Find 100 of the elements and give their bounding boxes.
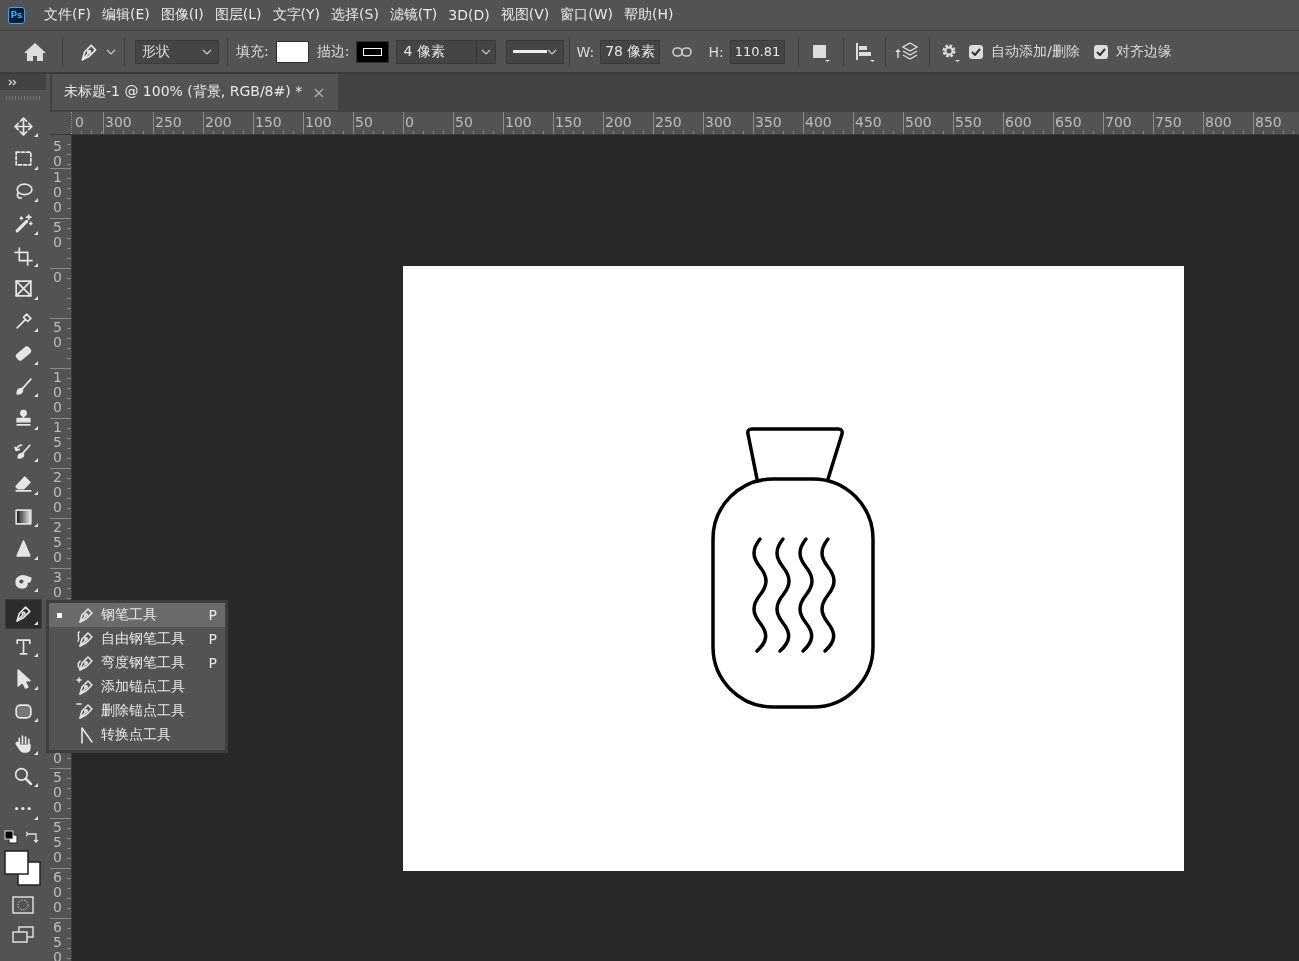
hand-icon: [12, 733, 34, 754]
default-colors-icon[interactable]: [4, 830, 18, 844]
ruler-label: 100: [53, 170, 62, 215]
menu-item[interactable]: 3D(D): [443, 7, 495, 23]
checkbox-label: 自动添加/删除: [991, 42, 1080, 61]
flyout-menu-item[interactable]: 删除锚点工具: [49, 699, 225, 723]
chevron-down-icon: [547, 48, 558, 55]
flyout-menu-item[interactable]: 转换点工具: [49, 723, 225, 747]
flyout-menu-item[interactable]: 自由钢笔工具 P: [49, 627, 225, 651]
color-swatches-icon[interactable]: [4, 850, 42, 888]
ruler-label: 550: [53, 820, 62, 865]
stroke-width-field[interactable]: 4 像素: [396, 39, 497, 64]
width-label: W:: [576, 43, 595, 60]
ruler-label: 600: [53, 870, 62, 915]
quick-mask-icon[interactable]: [12, 896, 34, 914]
ruler-label: 0: [53, 751, 62, 766]
link-icon[interactable]: [672, 45, 693, 58]
stroke-label: 描边:: [316, 42, 350, 61]
flyout-menu-item[interactable]: 弯度钢笔工具 P: [49, 651, 225, 675]
checkbox[interactable]: [1093, 44, 1108, 59]
zoom-icon: [12, 765, 34, 787]
menu-item[interactable]: 窗口(W): [555, 6, 619, 24]
fill-swatch[interactable]: [275, 40, 309, 63]
dashed-rectangle-icon: [12, 148, 34, 169]
ruler-label: 50: [455, 114, 473, 130]
ruler-label: 200: [605, 114, 632, 130]
menu-item[interactable]: 图像(I): [155, 6, 209, 24]
add-anchor-icon: [76, 677, 96, 697]
menu-item[interactable]: 文字(Y): [267, 6, 326, 24]
ruler-label: 0: [53, 270, 62, 285]
ruler-label: 100: [305, 114, 332, 130]
curvature-pen-icon: [76, 653, 96, 673]
menu-item[interactable]: 帮助(H): [619, 6, 679, 24]
document-tab[interactable]: 未标题-1 @ 100% (背景, RGB/8#) * ×: [52, 74, 338, 110]
mode-dropdown[interactable]: 形状: [135, 39, 219, 64]
ruler-label: 50: [53, 320, 62, 350]
ruler-label: 850: [1255, 114, 1282, 130]
ruler-label: 650: [1055, 114, 1082, 130]
check-icon: [971, 47, 982, 56]
eraser-icon: [12, 473, 34, 494]
more-icon: [15, 806, 31, 811]
flyout-menu-item[interactable]: 添加锚点工具: [49, 675, 225, 699]
ruler-label: 700: [1105, 114, 1132, 130]
selection-marker: [57, 612, 62, 618]
frame-icon: [12, 278, 34, 299]
ruler-label: 350: [755, 114, 782, 130]
chevron-down-icon: [481, 48, 492, 55]
ruler-label: 800: [1205, 114, 1232, 130]
ruler-label: 0: [405, 114, 414, 130]
menu-item[interactable]: 选择(S): [326, 6, 384, 24]
ruler-label: 30: [53, 570, 62, 600]
ruler-label: 500: [53, 770, 62, 815]
stroke-swatch[interactable]: [356, 40, 390, 63]
menu-item[interactable]: 编辑(E): [97, 6, 155, 24]
move-arrows-icon: [12, 115, 34, 137]
crop-icon: [12, 245, 34, 267]
ruler-label: 450: [855, 114, 882, 130]
screen-mode-icon[interactable]: [12, 926, 34, 944]
home-icon: [22, 40, 48, 63]
menu-item[interactable]: 视图(V): [495, 6, 555, 24]
checkbox[interactable]: [969, 44, 984, 59]
check-icon: [1095, 47, 1106, 56]
flyout-menu-item[interactable]: 钢笔工具 P: [49, 603, 225, 627]
ruler-label: 200: [205, 114, 232, 130]
stroke-style-dropdown[interactable]: [506, 39, 565, 64]
menu-item[interactable]: 图层(L): [209, 6, 267, 24]
width-field[interactable]: 78 像素: [600, 39, 661, 64]
align-icon[interactable]: [854, 40, 877, 63]
fill-label: 填充:: [236, 42, 269, 61]
ruler-label: 550: [955, 114, 982, 130]
freeform-pen-icon: [76, 629, 96, 649]
ruler-label: 50: [53, 220, 62, 250]
ruler-label: 250: [155, 114, 182, 130]
pen-icon: [76, 605, 96, 625]
tool-button[interactable]: [4, 598, 42, 629]
chevron-down-icon: [106, 48, 116, 55]
app-logo: Ps: [8, 6, 25, 24]
height-label: H:: [708, 43, 724, 60]
ruler-label: 0: [75, 114, 84, 130]
ruler-label: 250: [655, 114, 682, 130]
ruler-label: 150: [53, 420, 62, 465]
ruler-label: 200: [53, 470, 62, 515]
document-title: 未标题-1 @ 100% (背景, RGB/8#) *: [64, 83, 303, 101]
expand-icon[interactable]: [8, 78, 17, 86]
menu-item[interactable]: 文件(F): [39, 6, 96, 24]
ruler-label: 750: [1155, 114, 1182, 130]
ruler-label: 100: [505, 114, 532, 130]
height-field[interactable]: 110.81: [729, 39, 786, 64]
home-button[interactable]: [22, 40, 48, 63]
ruler-label: 50: [355, 114, 373, 130]
solid-line-icon: [513, 49, 548, 54]
ruler-label: 100: [53, 370, 62, 415]
ruler-label: 250: [53, 520, 62, 565]
ruler-label: 300: [705, 114, 732, 130]
ruler-label: 50: [53, 139, 62, 169]
swap-arrows-icon[interactable]: [26, 830, 40, 844]
checkbox-label: 对齐边缘: [1115, 42, 1172, 61]
ruler-label: 600: [1005, 114, 1032, 130]
delete-anchor-icon: [76, 701, 96, 721]
menu-item[interactable]: 滤镜(T): [384, 6, 443, 24]
